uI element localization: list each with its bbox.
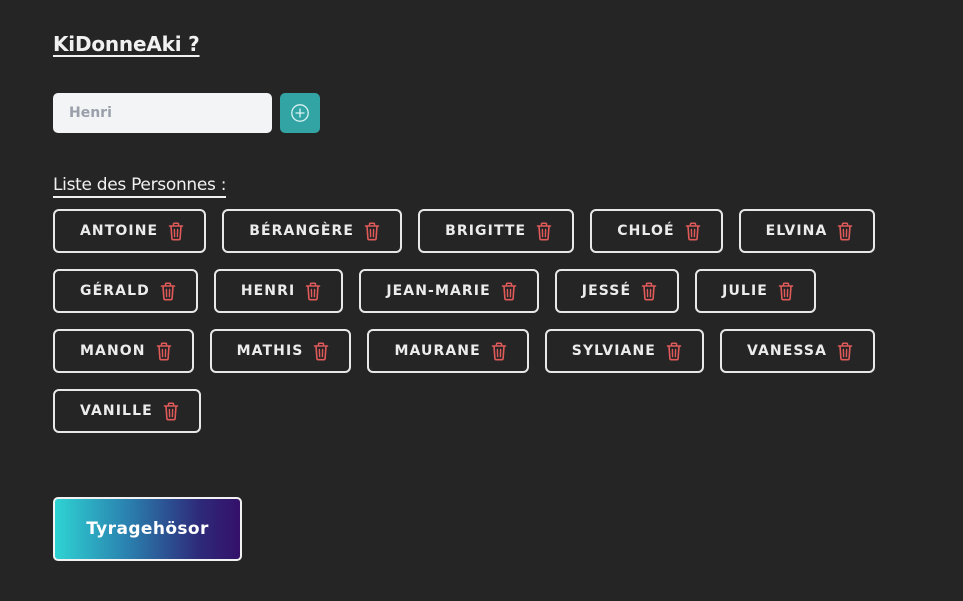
trash-icon[interactable] xyxy=(362,221,382,241)
person-chip: CHLOÉ xyxy=(590,209,723,253)
trash-icon[interactable] xyxy=(489,341,509,361)
person-name: JESSÉ xyxy=(581,283,632,299)
person-name: BÉRANGÈRE xyxy=(249,223,355,239)
person-list: ANTOINE BÉRANGÈRE BRIGITTE CHLOÉ ELVINA GÉRAL… xyxy=(53,209,933,433)
trash-icon[interactable] xyxy=(683,221,703,241)
trash-icon[interactable] xyxy=(161,401,181,421)
person-name: MAURANE xyxy=(394,343,481,359)
trash-icon[interactable] xyxy=(311,341,331,361)
person-chip: MANON xyxy=(53,329,194,373)
app-title: KiDonneAki ? xyxy=(53,32,200,56)
person-chip: BÉRANGÈRE xyxy=(222,209,403,253)
person-name: VANILLE xyxy=(80,403,153,419)
trash-icon[interactable] xyxy=(835,221,855,241)
person-name: MANON xyxy=(80,343,146,359)
person-name: MATHIS xyxy=(236,343,304,359)
trash-icon[interactable] xyxy=(835,341,855,361)
person-chip: ANTOINE xyxy=(53,209,207,253)
person-chip: ELVINA xyxy=(738,209,876,253)
trash-icon[interactable] xyxy=(166,221,186,241)
person-name: BRIGITTE xyxy=(445,223,527,239)
trash-icon[interactable] xyxy=(776,281,796,301)
person-name-input[interactable] xyxy=(53,93,272,133)
person-chip: VANESSA xyxy=(719,329,876,373)
person-chip: GÉRALD xyxy=(53,269,198,313)
person-name: VANESSA xyxy=(746,343,828,359)
person-name: SYLVIANE xyxy=(571,343,656,359)
trash-icon[interactable] xyxy=(639,281,659,301)
person-name: HENRI xyxy=(240,283,296,299)
person-list-label: Liste des Personnes : xyxy=(53,175,226,198)
person-chip: JESSÉ xyxy=(554,269,680,313)
trash-icon[interactable] xyxy=(303,281,323,301)
person-chip: BRIGITTE xyxy=(418,209,575,253)
person-name: GÉRALD xyxy=(80,283,150,299)
person-name: ANTOINE xyxy=(80,223,159,239)
person-chip: SYLVIANE xyxy=(544,329,704,373)
person-chip: MAURANE xyxy=(367,329,529,373)
add-person-form xyxy=(53,93,320,133)
draw-button[interactable]: Tyragehösor xyxy=(53,497,242,561)
person-chip: HENRI xyxy=(213,269,344,313)
person-chip: VANILLE xyxy=(53,389,201,433)
add-person-button[interactable] xyxy=(280,93,320,133)
trash-icon[interactable] xyxy=(154,341,174,361)
person-chip: MATHIS xyxy=(209,329,352,373)
person-name: JULIE xyxy=(722,283,768,299)
trash-icon[interactable] xyxy=(499,281,519,301)
trash-icon[interactable] xyxy=(158,281,178,301)
person-name: JEAN-MARIE xyxy=(386,283,491,299)
person-name: CHLOÉ xyxy=(617,223,675,239)
trash-icon[interactable] xyxy=(534,221,554,241)
person-name: ELVINA xyxy=(765,223,828,239)
person-chip: JEAN-MARIE xyxy=(359,269,539,313)
plus-circle-icon xyxy=(290,103,310,123)
trash-icon[interactable] xyxy=(664,341,684,361)
person-chip: JULIE xyxy=(695,269,816,313)
